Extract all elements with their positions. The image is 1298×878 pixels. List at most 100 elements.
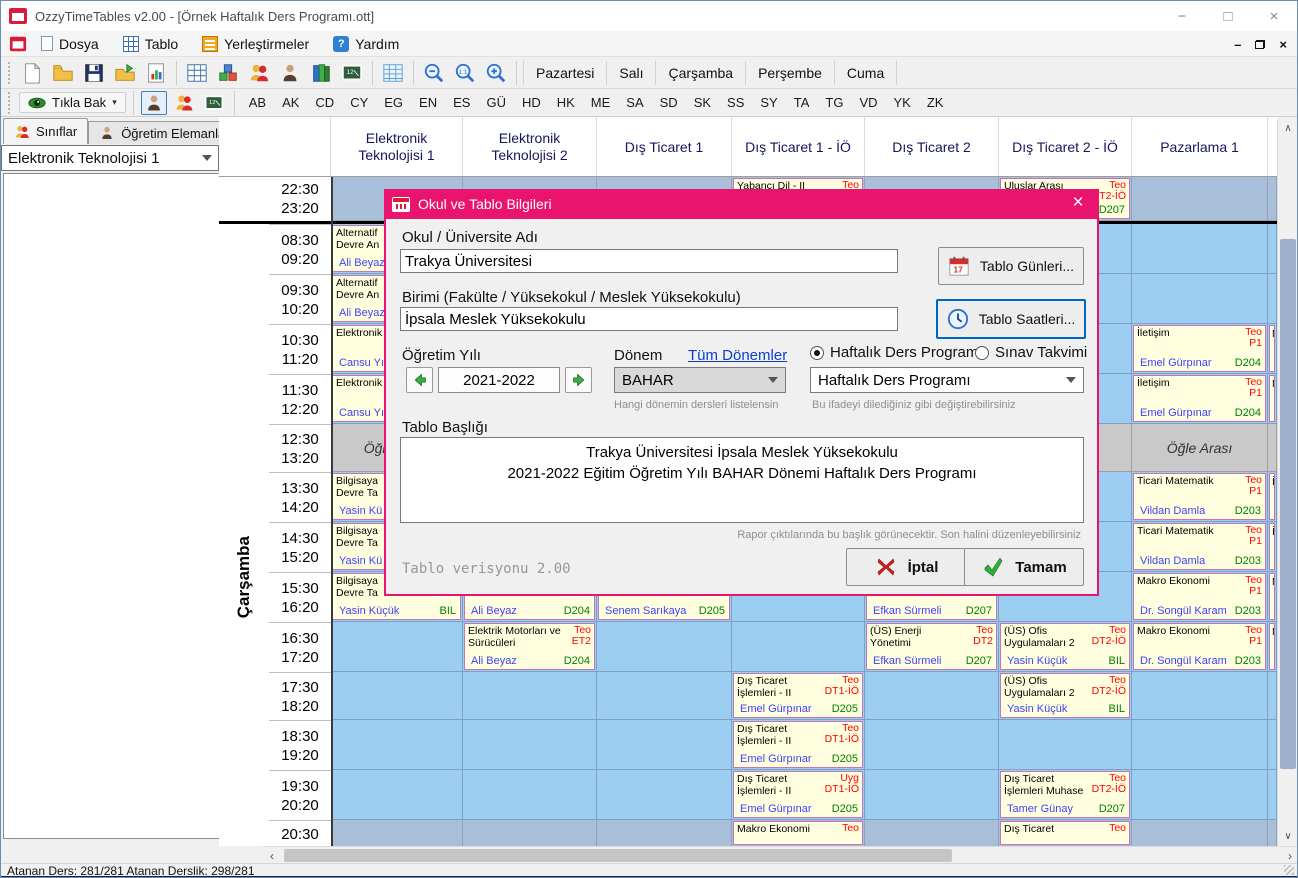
schedule-slot[interactable]	[331, 622, 463, 672]
schedule-slot[interactable]	[1268, 720, 1277, 770]
schedule-slot[interactable]: Elektrik Motorları ve SürücüleriTeo ET2A…	[463, 622, 597, 672]
schedule-slot[interactable]	[463, 820, 597, 846]
column-header[interactable]: Elektronik Teknolojisi 2	[463, 117, 597, 177]
schedule-slot[interactable]: Makro EkonomiTeo P1Dr. Songül KaramD203	[1132, 622, 1268, 672]
initials-button-sd[interactable]: SD	[653, 92, 685, 113]
initials-button-sy[interactable]: SY	[753, 92, 784, 113]
menu-yerlestirmeler[interactable]: Yerleştirmeler	[192, 33, 319, 55]
initials-button-ta[interactable]: TA	[787, 92, 817, 113]
schedule-slot[interactable]	[1268, 672, 1277, 720]
horizontal-scrollbar[interactable]: ‹ ›	[263, 846, 1298, 863]
schedule-slot[interactable]	[1132, 274, 1268, 324]
day-button-salı[interactable]: Salı	[607, 61, 656, 85]
course-cell-partial[interactable]: İ	[1269, 473, 1275, 520]
scroll-down-arrow[interactable]: ∨	[1278, 827, 1298, 846]
all-terms-link[interactable]: Tüm Dönemler	[688, 347, 787, 364]
column-header[interactable]: Dış Ticaret 1 - İÖ	[732, 117, 865, 177]
schedule-slot[interactable]: (ÜS) Ofis Uygulamaları 2Teo DT2-İÖYasin …	[999, 672, 1132, 720]
column-header[interactable]: Elektronik Teknolojisi 1	[331, 117, 463, 177]
initials-button-eg[interactable]: EG	[377, 92, 410, 113]
course-cell[interactable]: Makro EkonomiTeo	[733, 821, 863, 845]
scroll-left-arrow[interactable]: ‹	[263, 847, 281, 864]
course-cell[interactable]: Elektrik Motorları ve SürücüleriTeo ET2A…	[464, 623, 595, 670]
schedule-slot[interactable]: M	[1268, 324, 1277, 374]
schedule-slot[interactable]	[597, 672, 732, 720]
schedule-slot[interactable]	[1132, 770, 1268, 820]
table-days-button[interactable]: 17 Tablo Günleri...	[938, 247, 1084, 285]
initials-button-yk[interactable]: YK	[887, 92, 918, 113]
schedule-slot[interactable]	[331, 720, 463, 770]
day-button-çarşamba[interactable]: Çarşamba	[656, 61, 746, 85]
schedule-slot[interactable]	[865, 820, 999, 846]
column-header[interactable]: Dış Ticaret 2	[865, 117, 999, 177]
schedule-slot[interactable]	[1132, 224, 1268, 274]
schedule-slot[interactable]	[865, 770, 999, 820]
teacher-view-button[interactable]	[141, 91, 167, 115]
day-button-perşembe[interactable]: Perşembe	[746, 61, 835, 85]
resize-grip[interactable]	[1284, 865, 1294, 875]
initials-button-hk[interactable]: HK	[550, 92, 582, 113]
table-hours-button[interactable]: Tablo Saatleri...	[936, 299, 1086, 339]
initials-button-zk[interactable]: ZK	[920, 92, 951, 113]
horizontal-scroll-thumb[interactable]	[284, 849, 952, 862]
window-maximize-button[interactable]: □	[1205, 1, 1251, 31]
classroom-view-button[interactable]: 12	[201, 91, 227, 115]
blocks-button[interactable]	[214, 59, 242, 87]
course-cell-partial[interactable]: İ	[1269, 523, 1275, 570]
schedule-slot[interactable]	[1268, 770, 1277, 820]
schedule-slot[interactable]	[597, 720, 732, 770]
schedule-slot[interactable]	[463, 672, 597, 720]
import-file-button[interactable]	[111, 59, 139, 87]
schedule-slot[interactable]	[331, 770, 463, 820]
schedule-slot[interactable]: M	[1268, 572, 1277, 622]
unit-input[interactable]	[400, 307, 898, 331]
class-view-button[interactable]	[171, 91, 197, 115]
schedule-title-select[interactable]: Haftalık Ders Programı	[810, 367, 1084, 393]
initials-button-ak[interactable]: AK	[275, 92, 306, 113]
course-cell[interactable]: (ÜS) Ofis Uygulamaları 2Teo DT2-İÖYasin …	[1000, 623, 1130, 670]
initials-button-me[interactable]: ME	[584, 92, 618, 113]
initials-button-tg[interactable]: TG	[818, 92, 850, 113]
initials-button-cy[interactable]: CY	[343, 92, 375, 113]
course-cell[interactable]: Makro EkonomiTeo P1Dr. Songül KaramD203	[1133, 623, 1266, 670]
scroll-up-arrow[interactable]: ∧	[1278, 119, 1298, 138]
schedule-slot[interactable]: İ	[1268, 472, 1277, 522]
vertical-scroll-thumb[interactable]	[1280, 239, 1296, 769]
schedule-slot[interactable]: Dış Ticaret İşlemleri MuhaseTeo DT2-İÖTa…	[999, 770, 1132, 820]
ok-button[interactable]: Tamam	[964, 548, 1084, 586]
schedule-slot[interactable]: Dış Ticaret İşlemleri - IITeo DT1-İÖEmel…	[732, 720, 865, 770]
schedule-slot[interactable]	[1132, 720, 1268, 770]
schedule-slot[interactable]: Makro EkonomiTeo	[732, 820, 865, 846]
schedule-slot[interactable]	[865, 672, 999, 720]
save-button[interactable]	[80, 59, 108, 87]
menu-dosya[interactable]: Dosya	[31, 33, 109, 55]
window-minimize-button[interactable]: −	[1159, 1, 1205, 31]
course-cell[interactable]: İletişimTeo P1Emel GürpınarD204	[1133, 325, 1266, 372]
year-next-button[interactable]	[565, 367, 592, 393]
mdi-restore-button[interactable]	[1255, 40, 1265, 49]
courses-button[interactable]	[307, 59, 335, 87]
class-select[interactable]: Elektronik Teknolojisi 1	[1, 145, 219, 171]
table-view-button[interactable]	[183, 59, 211, 87]
initials-button-sa[interactable]: SA	[619, 92, 650, 113]
schedule-slot[interactable]: Dış TicaretTeo	[999, 820, 1132, 846]
schedule-slot[interactable]: Dış Ticaret İşlemleri - IITeo DT1-İÖEmel…	[732, 672, 865, 720]
schedule-slot[interactable]: İletişimTeo P1Emel GürpınarD204	[1132, 324, 1268, 374]
school-name-input[interactable]	[400, 249, 898, 273]
initials-button-hd[interactable]: HD	[515, 92, 548, 113]
schedule-slot[interactable]: İ	[1268, 522, 1277, 572]
schedule-slot[interactable]: M	[1268, 374, 1277, 424]
course-cell[interactable]: (ÜS) Ofis Uygulamaları 2Teo DT2-İÖYasin …	[1000, 673, 1130, 718]
vertical-scrollbar[interactable]: ∧ ∨	[1277, 119, 1297, 846]
course-cell[interactable]: Dış Ticaret İşlemleri - IITeo DT1-İÖEmel…	[733, 673, 863, 718]
teachers-button[interactable]	[276, 59, 304, 87]
report-button[interactable]	[142, 59, 170, 87]
initials-button-ss[interactable]: SS	[720, 92, 751, 113]
cancel-button[interactable]: İptal	[846, 548, 966, 586]
course-cell[interactable]: Ticari MatematikTeo P1Vildan DamlaD203	[1133, 523, 1266, 570]
schedule-slot[interactable]: Ticari MatematikTeo P1Vildan DamlaD203	[1132, 522, 1268, 572]
classes-button[interactable]	[245, 59, 273, 87]
schedule-slot[interactable]	[331, 672, 463, 720]
course-cell[interactable]: Dış TicaretTeo	[1000, 821, 1130, 845]
schedule-slot[interactable]	[1132, 820, 1268, 846]
